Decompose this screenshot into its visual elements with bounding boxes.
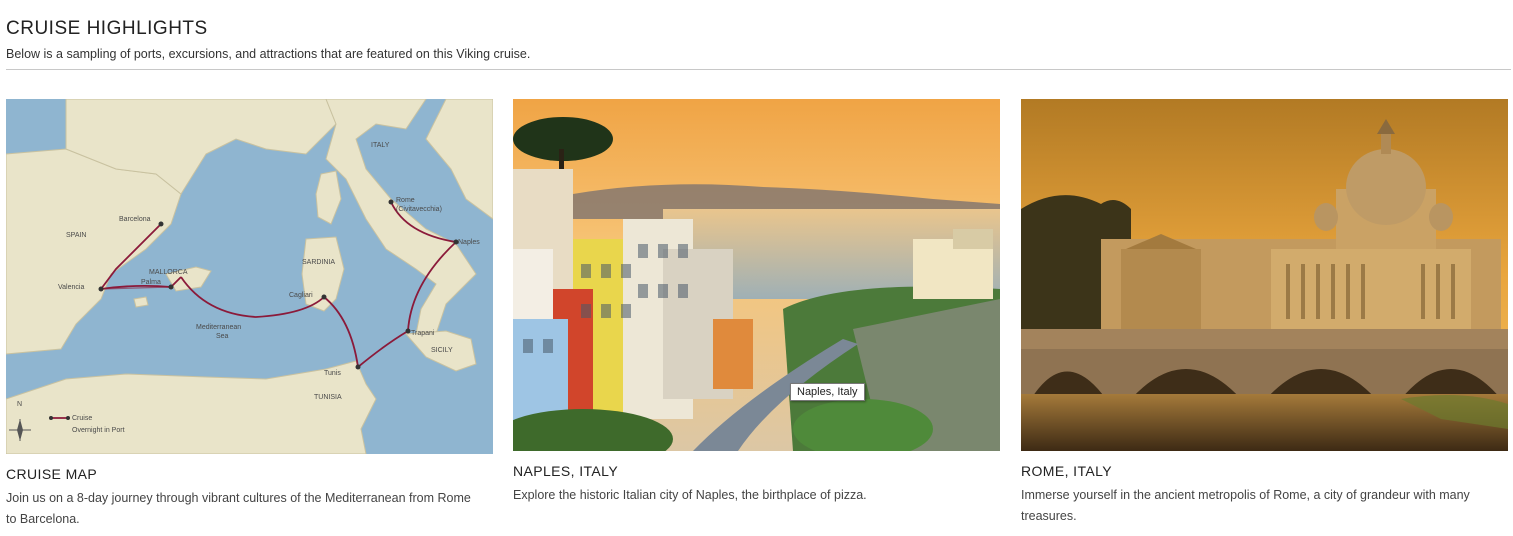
map-label-civitavecchia: (Civitavecchia) [396,206,442,213]
card-description: Join us on a 8-day journey through vibra… [6,491,471,526]
naples-image[interactable]: Naples, Italy [513,99,1000,451]
card-naples[interactable]: Naples, Italy NAPLES, ITALY Explore the … [513,99,1000,506]
map-label-sea-2: Sea [216,333,229,340]
map-label-palma: Palma [141,279,161,286]
card-description: Immerse yourself in the ancient metropol… [1021,488,1470,523]
card-cruise-map[interactable]: ITALY SPAIN SARDINIA SICILY TUNISIA Barc… [6,99,493,530]
map-label-sicily: SICILY [431,347,453,354]
section-subtitle: Below is a sampling of ports, excursions… [6,47,531,61]
map-label-sardinia: SARDINIA [302,259,335,266]
map-label-italy: ITALY [371,142,390,149]
map-label-mallorca: MALLORCA [149,269,188,276]
map-label-rome: Rome [396,197,415,204]
section-header: CRUISE HIGHLIGHTS Below is a sampling of… [6,18,1511,61]
map-label-barcelona: Barcelona [119,216,151,223]
map-label-tunisia: TUNISIA [314,394,342,401]
rome-image[interactable] [1021,99,1508,451]
card-rome[interactable]: ROME, ITALY Immerse yourself in the anci… [1021,99,1508,527]
card-title[interactable]: NAPLES, ITALY [513,463,1000,479]
cruise-map-image[interactable]: ITALY SPAIN SARDINIA SICILY TUNISIA Barc… [6,99,493,454]
legend-overnight-label: Overnight in Port [72,427,125,434]
card-title[interactable]: ROME, ITALY [1021,463,1508,479]
map-label-spain: SPAIN [66,232,87,239]
rome-photo-svg [1021,99,1508,451]
image-tooltip: Naples, Italy [790,383,865,401]
map-label-cagliari: Cagliari [289,292,313,299]
map-label-naples: Naples [458,239,480,246]
compass-north-label: N [17,401,22,408]
map-label-sea-1: Mediterranean [196,324,241,331]
header-divider [6,69,1511,70]
legend-cruise-label: Cruise [72,415,92,422]
card-title[interactable]: CRUISE MAP [6,466,493,482]
map-label-trapani: Trapani [411,330,435,337]
map-label-tunis: Tunis [324,370,341,377]
cruise-map-svg: ITALY SPAIN SARDINIA SICILY TUNISIA Barc… [6,99,493,454]
map-label-valencia: Valencia [58,284,84,291]
card-description: Explore the historic Italian city of Nap… [513,488,867,502]
naples-photo-svg [513,99,1000,451]
section-title: CRUISE HIGHLIGHTS [6,18,208,39]
